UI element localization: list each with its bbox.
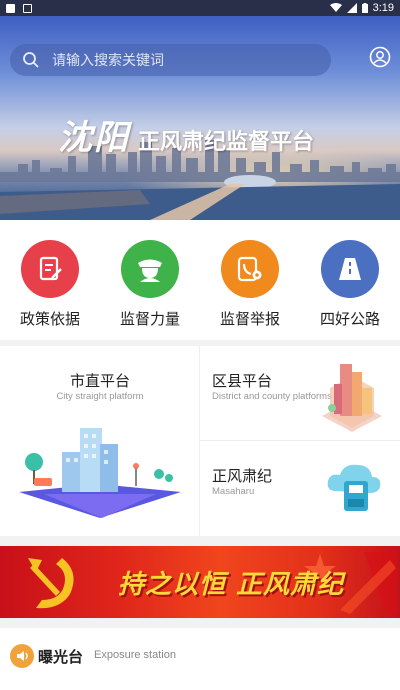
exposure-section[interactable]: 曝光台 Exposure station [0,628,400,690]
wifi-icon [329,3,342,12]
discipline-platform-card[interactable]: 正风肃纪 Masaharu [200,441,400,536]
hero-banner: 请输入搜索关键词 沈阳 正风肃纪监督平台 [0,16,400,220]
discipline-platform-subtitle: Masaharu [212,486,255,497]
menu-label-supervision-force: 监督力量 [119,310,180,328]
hero-title: 沈阳 正风肃纪监督平台 [58,110,314,159]
city-buildings-illustration [19,428,181,518]
city-platform-subtitle: City straight platform [56,391,144,402]
menu-label-policy: 政策依据 [19,310,80,328]
road-icon [321,240,379,298]
district-platform-card[interactable]: 区县平台 District and county platforms [200,346,400,441]
user-profile-icon[interactable] [369,46,391,68]
slogan-banner[interactable]: 持之以恒 正风肃纪 [0,546,400,618]
exposure-subtitle: Exposure station [94,649,176,661]
cloud-storage-illustration [327,464,381,511]
search-bar[interactable]: 请输入搜索关键词 [10,44,331,76]
status-bar: 3:19 [0,0,400,16]
district-buildings-illustration [322,364,382,432]
hero-city-calligraphy: 沈阳 [58,118,130,158]
notification-icon [6,3,15,13]
menu-item-supervision-force[interactable]: 监督力量 [100,220,200,340]
battery-icon [361,3,368,13]
police-officer-icon [121,240,179,298]
exposure-title: 曝光台 [38,648,84,666]
party-emblem-icon [28,558,74,609]
app-notification-icon [23,3,32,13]
quick-menu: 政策依据 监督力量 监督举报 四好公路 [0,220,400,340]
city-platform-card[interactable]: 市直平台 City straight platform [0,346,200,536]
report-phone-icon [221,240,279,298]
signal-icon [346,3,357,13]
banner-slogan: 持之以恒 正风肃纪 [118,570,345,600]
menu-item-policy[interactable]: 政策依据 [0,220,100,340]
menu-label-report: 监督举报 [219,310,280,328]
speaker-icon [10,644,34,668]
district-platform-subtitle: District and county platforms [212,391,332,402]
status-time: 3:19 [372,2,394,14]
platform-grid: 市直平台 City straight platform 区县平台 Distric… [0,346,400,536]
district-platform-title: 区县平台 [212,372,273,390]
policy-document-icon [21,240,79,298]
search-icon [23,52,39,68]
menu-label-four-good-roads: 四好公路 [319,310,380,328]
menu-item-four-good-roads[interactable]: 四好公路 [300,220,400,340]
menu-item-report[interactable]: 监督举报 [200,220,300,340]
city-platform-title: 市直平台 [69,372,130,390]
hero-subtitle: 正风肃纪监督平台 [138,130,315,155]
discipline-platform-title: 正风肃纪 [212,467,273,485]
search-input[interactable]: 请输入搜索关键词 [52,50,164,70]
